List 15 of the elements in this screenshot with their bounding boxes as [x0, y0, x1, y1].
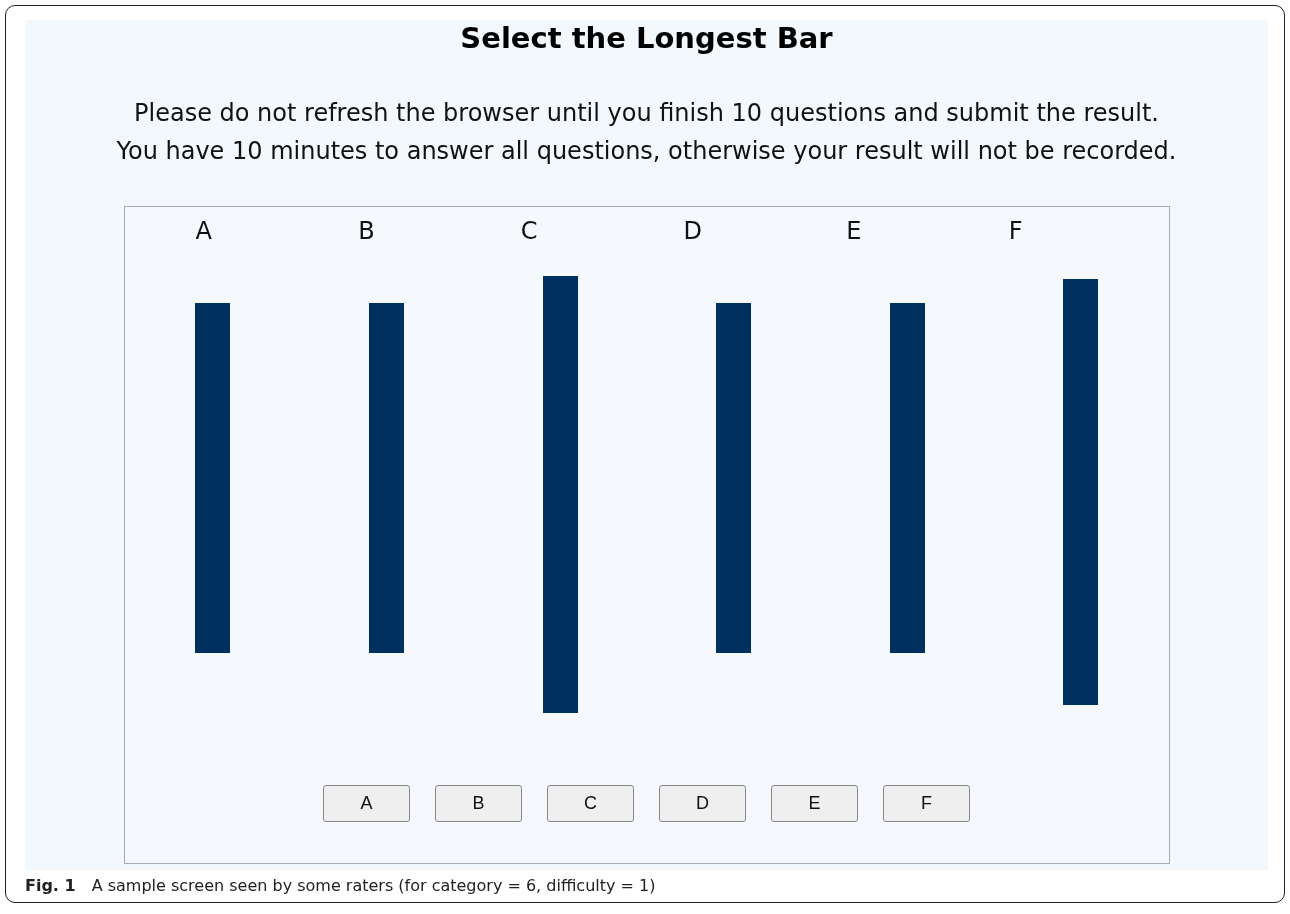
answer-button[interactable]: F	[883, 785, 970, 822]
figure-caption: Fig. 1 A sample screen seen by some raters (for category = 6, difficulty = 1)	[25, 876, 657, 895]
answer-button[interactable]: E	[771, 785, 858, 822]
bar-label: A	[194, 217, 213, 245]
bar-label: C	[519, 217, 539, 245]
answer-button[interactable]: C	[547, 785, 634, 822]
answer-button[interactable]: A	[323, 785, 410, 822]
bar-label: E	[845, 217, 863, 245]
bar-label: B	[357, 217, 376, 245]
instructions: Please do not refresh the browser until you finish 10 questions and submit the result. You have 10 minutes to answer all questions, otherwise your result will not be recorded.	[115, 98, 1178, 167]
answer-button[interactable]: B	[435, 785, 522, 822]
page-title: Select the Longest Bar	[460, 20, 833, 56]
bar-label: D	[682, 217, 703, 245]
bar-label: F	[1007, 217, 1024, 245]
answer-button[interactable]: D	[659, 785, 746, 822]
